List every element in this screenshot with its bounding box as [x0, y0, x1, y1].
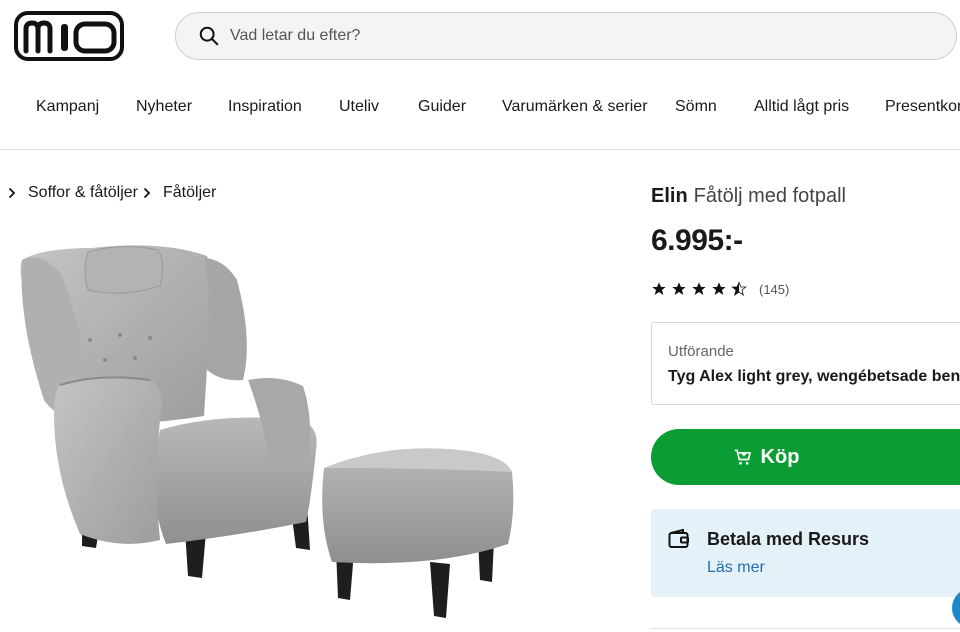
nav-item-guider[interactable]: Guider [418, 98, 466, 116]
payment-box: Betala med Resurs Läs mer [651, 509, 960, 597]
nav-item-presentkort[interactable]: Presentkort [885, 98, 960, 116]
chevron-right-icon [143, 187, 151, 199]
cart-icon [734, 449, 751, 465]
product-name: Fåtölj med fotpall [693, 185, 846, 207]
chevron-right-icon [8, 187, 16, 199]
breadcrumb-label: Soffor & fåtöljer [28, 184, 138, 201]
product-title: Elin Fåtölj med fotpall [651, 185, 846, 208]
nav-item-kampanj[interactable]: Kampanj [36, 98, 99, 116]
product-brand: Elin [651, 185, 688, 207]
nav-item-uteliv[interactable]: Uteliv [339, 98, 379, 116]
mio-logo[interactable] [14, 11, 124, 61]
breadcrumb-label: Fåtöljer [163, 184, 217, 201]
variant-value: Tyg Alex light grey, wengébetsade ben [668, 368, 960, 385]
payment-title: Betala med Resurs [707, 529, 870, 549]
product-image[interactable] [10, 230, 530, 625]
search-bar[interactable] [175, 12, 957, 60]
star-full-icon [712, 282, 726, 295]
header-divider [0, 149, 960, 150]
star-half-icon [731, 281, 747, 296]
nav-item-alltid-lagt-pris[interactable]: Alltid lågt pris [754, 98, 849, 116]
main-nav: Kampanj Nyheter Inspiration Uteliv Guide… [0, 86, 960, 130]
variant-label: Utförande [668, 343, 734, 360]
wallet-icon [668, 529, 689, 548]
read-more-link[interactable]: Läs mer [707, 559, 765, 577]
buy-button-label: Köp [760, 445, 800, 468]
star-full-icon [672, 282, 686, 295]
search-input[interactable] [230, 27, 830, 45]
nav-item-somn[interactable]: Sömn [675, 98, 717, 116]
nav-item-inspiration[interactable]: Inspiration [228, 98, 302, 116]
breadcrumb-item-soffor[interactable]: Soffor & fåtöljer [8, 184, 138, 202]
breadcrumb-item-fatoljer[interactable]: Fåtöljer [143, 184, 216, 202]
star-full-icon [692, 282, 706, 295]
rating-count[interactable]: (145) [759, 282, 789, 297]
buy-button[interactable]: Köp [651, 429, 960, 485]
variant-selector[interactable]: Utförande Tyg Alex light grey, wengébets… [651, 322, 960, 405]
star-full-icon [652, 282, 666, 295]
search-icon [199, 26, 219, 46]
section-divider [651, 628, 960, 629]
nav-item-nyheter[interactable]: Nyheter [136, 98, 192, 116]
nav-item-varumarken[interactable]: Varumärken & serier [502, 98, 648, 116]
product-rating[interactable]: (145) [651, 281, 789, 297]
product-price: 6.995:- [651, 224, 743, 257]
